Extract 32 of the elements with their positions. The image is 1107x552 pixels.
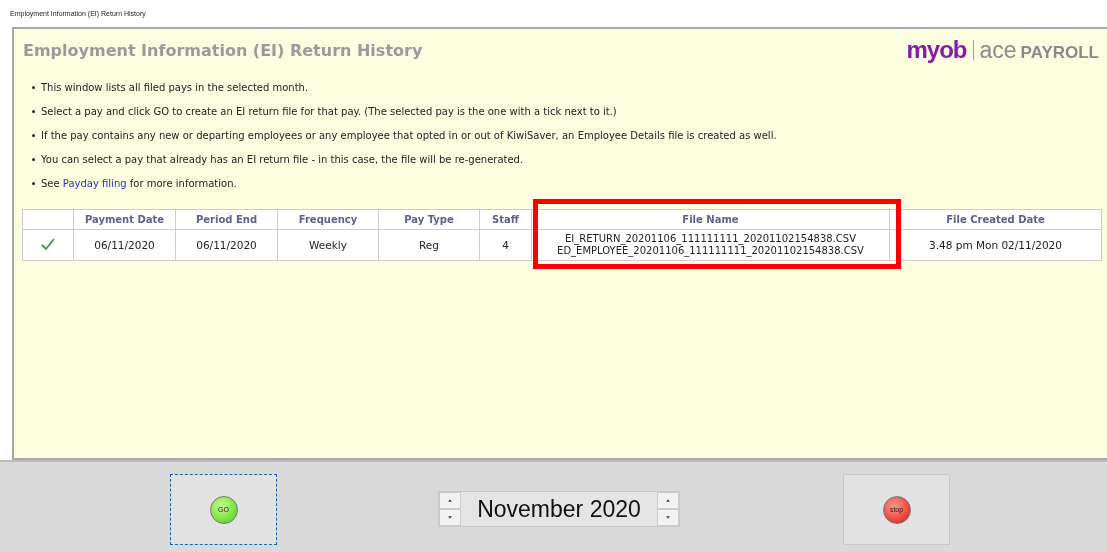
bullet-icon	[32, 110, 35, 113]
column-header: File Created Date	[889, 209, 1102, 230]
table-cell: 4	[479, 229, 532, 261]
help-link[interactable]: Payday filing	[62, 178, 127, 189]
table-cell: 3.48 pm Mon 02/11/2020	[889, 229, 1102, 261]
note-text: See Payday filing for more information.	[41, 178, 237, 189]
bullet-icon	[32, 158, 35, 161]
note-text: If the pay contains any new or departing employees or any employee that opted in or out of KiwiSaver, an Employee Details file is created as well.	[41, 130, 777, 141]
table-cell: 06/11/2020	[175, 229, 278, 261]
column-header: Frequency	[277, 209, 379, 230]
table-cell: EI_RETURN_20201106_111111111_20201102154838.CSV ED_EMPLOYEE_20201106_111111111_20201102154838.CSV	[531, 229, 890, 261]
table-cell: Weekly	[277, 229, 379, 261]
note-text: Select a pay and click GO to create an EI return file for that pay. (The selected pay is the one with a tick next to it.)	[41, 106, 617, 117]
page-title: Employment Information (EI) Return History	[23, 40, 423, 60]
bullet-icon	[32, 86, 35, 89]
table-cell: Reg	[378, 229, 480, 261]
column-header: Staff	[479, 209, 532, 230]
product-logo: ace PAYROLL	[979, 36, 1099, 64]
column-header: Period End	[175, 209, 278, 230]
table-cell: 06/11/2020	[73, 229, 176, 261]
column-header: File Name	[531, 209, 890, 230]
tick-cell[interactable]	[22, 229, 74, 261]
brand-logo: myob	[906, 36, 967, 64]
column-header: Pay Type	[378, 209, 480, 230]
month-value: November 2020	[476, 495, 642, 523]
month-spinner[interactable]: November 2020	[438, 491, 680, 527]
column-header: Payment Date	[73, 209, 176, 230]
bullet-icon	[32, 182, 35, 185]
note-text: You can select a pay that already has an EI return file - in this case, the file will be re-generated.	[41, 154, 524, 165]
check-icon	[41, 237, 55, 251]
bullet-icon	[32, 134, 35, 137]
note-text: This window lists all filed pays in the selected month.	[41, 82, 309, 93]
